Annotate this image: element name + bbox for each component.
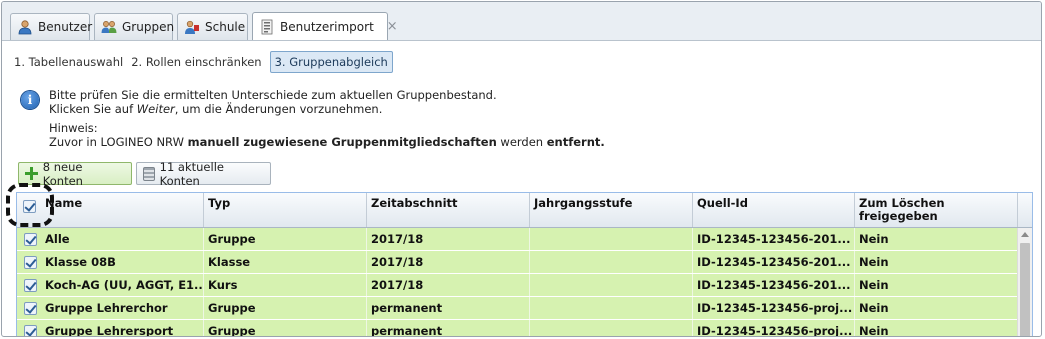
cell-zeitabschnitt: permanent bbox=[367, 297, 530, 319]
column-header-jahrgangsstufe[interactable]: Jahrgangsstufe bbox=[530, 193, 693, 227]
current-accounts-button[interactable]: 11 aktuelle Konten bbox=[136, 159, 271, 188]
row-checkbox[interactable] bbox=[24, 279, 37, 292]
group-grid: Name Typ Zeitabschnitt Jahrgangsstufe Qu… bbox=[16, 192, 1033, 336]
cell-zum-loeschen: Nein bbox=[855, 297, 1018, 319]
cell-zum-loeschen: Nein bbox=[855, 274, 1018, 296]
cell-quell-id: ID-12345-123456-201... bbox=[693, 228, 855, 250]
cell-name: Koch-AG (UU, AGGT, E1... bbox=[41, 274, 204, 296]
new-accounts-label: 8 neue Konten bbox=[42, 159, 83, 188]
cell-jahrgangsstufe bbox=[530, 320, 693, 336]
cell-jahrgangsstufe bbox=[530, 228, 693, 250]
tab-label: Benutzer bbox=[38, 20, 93, 34]
cell-typ: Gruppe bbox=[204, 297, 367, 319]
info-icon: i bbox=[21, 91, 39, 109]
row-checkbox[interactable] bbox=[24, 302, 37, 315]
cell-zum-loeschen: Nein bbox=[855, 320, 1018, 336]
column-header-name[interactable]: Name bbox=[41, 193, 204, 227]
cell-name: Gruppe Lehrerchor bbox=[41, 297, 204, 319]
table-row[interactable]: Gruppe Lehrerchor Gruppe permanent ID-12345… bbox=[17, 297, 1018, 320]
tab-gruppen[interactable]: Gruppen bbox=[94, 13, 175, 40]
cell-zeitabschnitt: 2017/18 bbox=[367, 274, 530, 296]
cell-quell-id: ID-12345-123456-201... bbox=[693, 251, 855, 273]
info-line-1: Bitte prüfen Sie die ermittelten Untersc… bbox=[49, 88, 497, 102]
group-icon bbox=[101, 19, 117, 35]
tab-benutzer[interactable]: Benutzer bbox=[10, 13, 93, 40]
app-window: Benutzer Gruppen Schule Benutzerimport ×… bbox=[1, 1, 1042, 337]
scroll-up-icon[interactable] bbox=[1021, 232, 1029, 237]
scroll-thumb[interactable] bbox=[1020, 243, 1030, 336]
cell-typ: Gruppe bbox=[204, 228, 367, 250]
select-all-highlight-ring bbox=[6, 183, 54, 227]
wizard-steps: 1. Tabellenauswahl 2. Rollen einschränke… bbox=[10, 50, 393, 74]
hint-text: Zuvor in LOGINEO NRW manuell zugewiesene… bbox=[49, 135, 605, 149]
cell-jahrgangsstufe bbox=[530, 251, 693, 273]
column-header-quell-id[interactable]: Quell-Id bbox=[693, 193, 855, 227]
row-checkbox[interactable] bbox=[24, 233, 37, 246]
row-checkbox[interactable] bbox=[24, 256, 37, 269]
tab-strip: Benutzer Gruppen Schule Benutzerimport × bbox=[2, 2, 1041, 41]
tab-label: Benutzerimport bbox=[280, 19, 374, 34]
import-icon bbox=[259, 19, 275, 35]
cell-zeitabschnitt: permanent bbox=[367, 320, 530, 336]
cell-jahrgangsstufe bbox=[530, 274, 693, 296]
info-message: Bitte prüfen Sie die ermittelten Untersc… bbox=[49, 88, 605, 149]
close-icon[interactable]: × bbox=[387, 19, 398, 34]
weiter-emphasis: Weiter bbox=[136, 102, 175, 116]
tab-label: Gruppen bbox=[122, 20, 175, 34]
user-icon bbox=[17, 19, 33, 35]
vertical-scrollbar[interactable] bbox=[1017, 228, 1032, 336]
hint-label: Hinweis: bbox=[49, 121, 98, 135]
step-tabellenauswahl[interactable]: 1. Tabellenauswahl bbox=[10, 51, 127, 73]
column-header-zum-loeschen[interactable]: Zum Löschen freigegeben bbox=[855, 193, 1018, 227]
cell-zum-loeschen: Nein bbox=[855, 251, 1018, 273]
cell-zeitabschnitt: 2017/18 bbox=[367, 228, 530, 250]
table-row[interactable]: Koch-AG (UU, AGGT, E1... Kurs 2017/18 ID-12… bbox=[17, 274, 1018, 297]
cell-typ: Kurs bbox=[204, 274, 367, 296]
cell-name: Alle bbox=[41, 228, 204, 250]
step-gruppenabgleich[interactable]: 3. Gruppenabgleich bbox=[269, 51, 393, 73]
cell-quell-id: ID-12345-123456-proj... bbox=[693, 297, 855, 319]
column-header-typ[interactable]: Typ bbox=[204, 193, 367, 227]
column-header-zeitabschnitt[interactable]: Zeitabschnitt bbox=[367, 193, 530, 227]
cell-typ: Klasse bbox=[204, 251, 367, 273]
current-accounts-label: 11 aktuelle Konten bbox=[159, 159, 224, 188]
table-row[interactable]: Klasse 08B Klasse 2017/18 ID-12345-123456-2… bbox=[17, 251, 1018, 274]
cell-quell-id: ID-12345-123456-proj... bbox=[693, 320, 855, 336]
cell-jahrgangsstufe bbox=[530, 297, 693, 319]
step-rollen-einschraenken[interactable]: 2. Rollen einschränken bbox=[127, 51, 265, 73]
school-icon bbox=[184, 19, 200, 35]
cell-typ: Gruppe bbox=[204, 320, 367, 336]
info-line-2: Klicken Sie auf Weiter, um die Änderunge… bbox=[49, 102, 383, 116]
cell-name: Klasse 08B bbox=[41, 251, 204, 273]
row-checkbox[interactable] bbox=[24, 325, 37, 336]
tab-label: Schule bbox=[205, 20, 246, 34]
cell-zum-loeschen: Nein bbox=[855, 228, 1018, 250]
new-accounts-button[interactable]: 8 neue Konten bbox=[18, 159, 132, 188]
cell-zeitabschnitt: 2017/18 bbox=[367, 251, 530, 273]
tab-benutzerimport[interactable]: Benutzerimport × bbox=[252, 12, 398, 40]
cell-quell-id: ID-12345-123456-201... bbox=[693, 274, 855, 296]
table-row[interactable]: Alle Gruppe 2017/18 ID-12345-123456-201... N… bbox=[17, 228, 1018, 251]
database-icon bbox=[143, 166, 155, 181]
plus-icon bbox=[25, 167, 38, 180]
tab-schule[interactable]: Schule bbox=[177, 13, 248, 40]
cell-name: Gruppe Lehrersport bbox=[41, 320, 204, 336]
table-row[interactable]: Gruppe Lehrersport Gruppe permanent ID-1234… bbox=[17, 320, 1018, 336]
grid-header: Name Typ Zeitabschnitt Jahrgangsstufe Qu… bbox=[17, 193, 1032, 228]
